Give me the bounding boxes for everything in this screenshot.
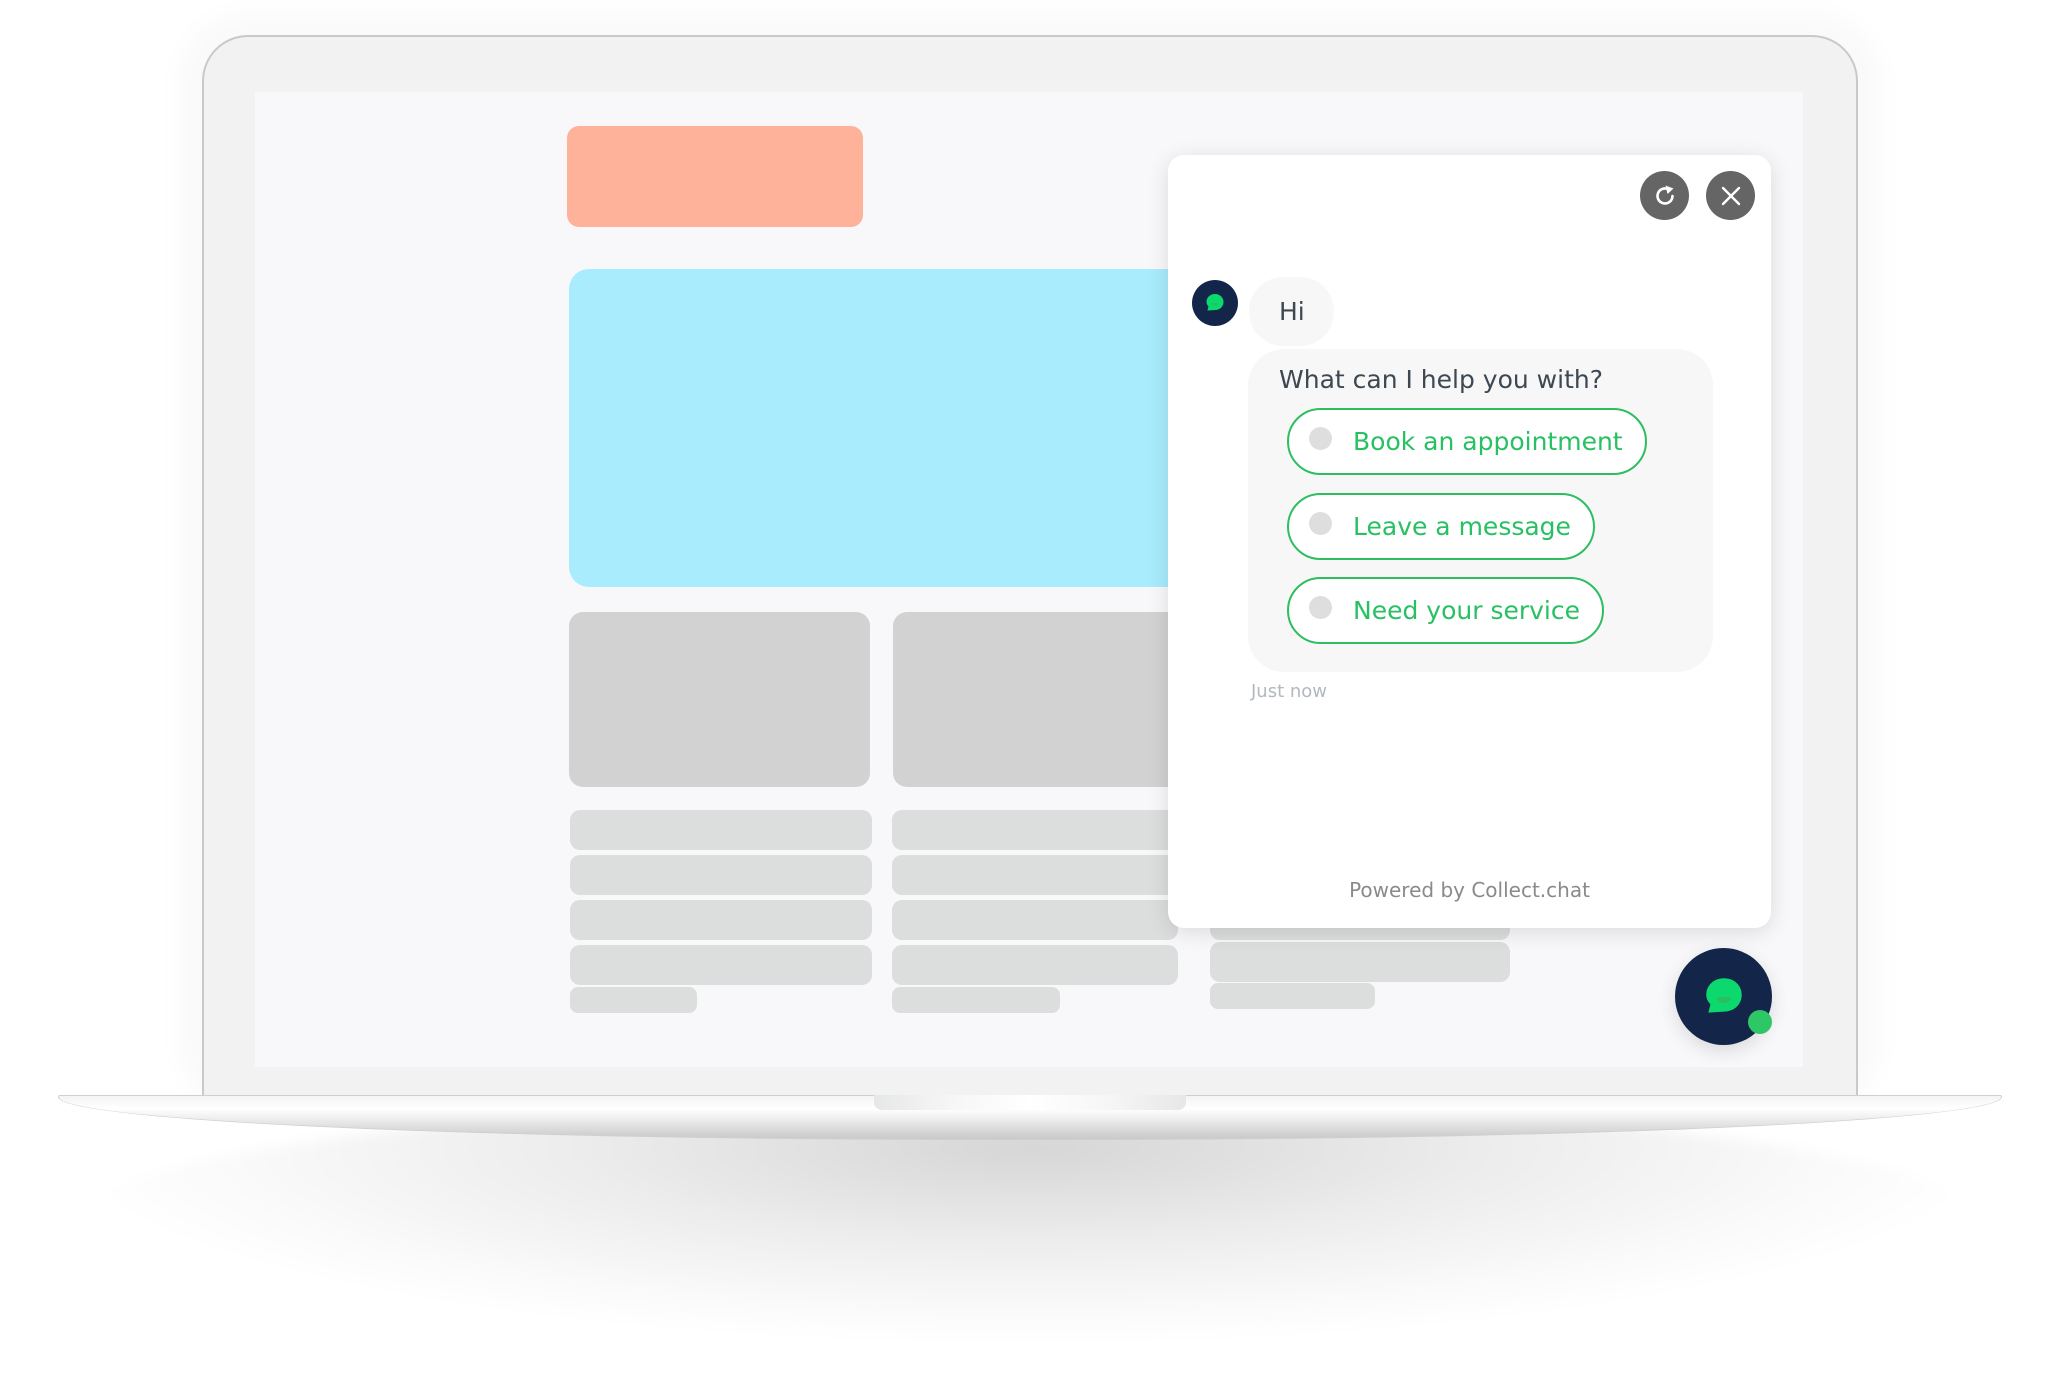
placeholder-card bbox=[569, 612, 870, 787]
placeholder-text-line-short bbox=[1210, 983, 1375, 1009]
placeholder-text-line bbox=[1210, 942, 1510, 982]
placeholder-text-line bbox=[570, 810, 872, 850]
close-chat-button[interactable] bbox=[1706, 171, 1755, 220]
online-status-dot bbox=[1748, 1010, 1772, 1034]
placeholder-text-line bbox=[570, 855, 872, 895]
bot-message-text: Hi bbox=[1279, 297, 1305, 326]
placeholder-card bbox=[893, 612, 1193, 787]
radio-icon bbox=[1309, 512, 1332, 535]
bot-question-bubble: What can I help you with? Book an appoin… bbox=[1248, 349, 1713, 672]
chat-bubble-icon bbox=[1705, 977, 1742, 1013]
placeholder-text-line bbox=[892, 945, 1178, 985]
placeholder-text-line-short bbox=[570, 987, 697, 1013]
chat-widget-panel: Hi What can I help you with? Book an app… bbox=[1168, 155, 1771, 928]
refresh-icon bbox=[1655, 185, 1674, 205]
restart-chat-button[interactable] bbox=[1640, 171, 1689, 220]
placeholder-text-line bbox=[892, 810, 1178, 850]
bot-question-text: What can I help you with? bbox=[1279, 365, 1603, 394]
bot-avatar bbox=[1192, 280, 1238, 326]
close-icon bbox=[1721, 186, 1740, 205]
bot-message-bubble: Hi bbox=[1249, 277, 1334, 346]
placeholder-logo-block bbox=[567, 126, 863, 227]
option-label: Book an appointment bbox=[1353, 427, 1623, 456]
option-label: Leave a message bbox=[1353, 512, 1571, 541]
placeholder-text-line bbox=[570, 900, 872, 940]
option-need-service[interactable]: Need your service bbox=[1287, 577, 1604, 644]
placeholder-text-line bbox=[570, 945, 872, 985]
radio-icon bbox=[1309, 596, 1332, 619]
option-book-appointment[interactable]: Book an appointment bbox=[1287, 408, 1647, 475]
laptop-base-notch bbox=[874, 1095, 1186, 1110]
message-timestamp: Just now bbox=[1251, 681, 1328, 702]
option-label: Need your service bbox=[1353, 596, 1580, 625]
option-leave-message[interactable]: Leave a message bbox=[1287, 493, 1595, 560]
chat-bubble-icon bbox=[1206, 294, 1224, 311]
powered-by-link[interactable]: Powered by Collect.chat bbox=[1168, 878, 1771, 902]
placeholder-text-line-short bbox=[892, 987, 1060, 1013]
laptop-mockup-scene: Hi What can I help you with? Book an app… bbox=[0, 0, 2060, 1394]
placeholder-text-line bbox=[892, 900, 1178, 940]
placeholder-text-line bbox=[892, 855, 1178, 895]
radio-icon bbox=[1309, 427, 1332, 450]
